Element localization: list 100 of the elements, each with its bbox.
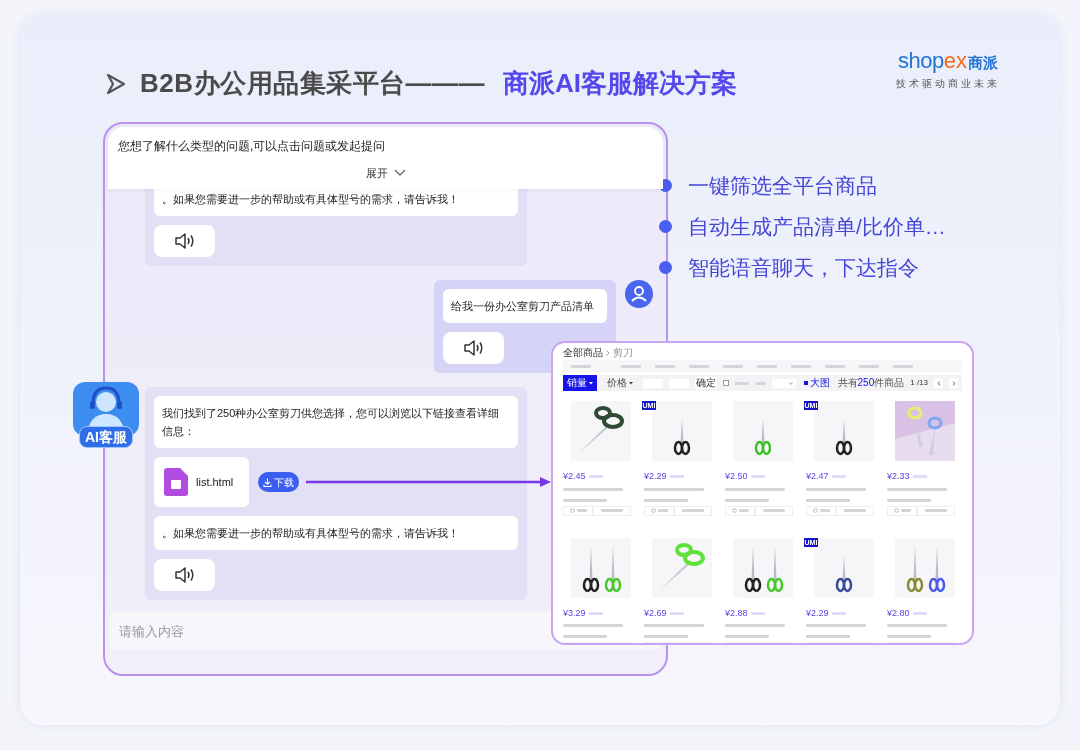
slide-title: B2B办公用品集采平台——— [140, 67, 485, 100]
sort-arrow-icon [589, 381, 593, 385]
file-card[interactable]: list.html [154, 457, 249, 507]
speaker-icon [173, 232, 196, 250]
avatar-label: AI客服 [79, 426, 133, 448]
expand-button[interactable]: 展开 [365, 165, 406, 182]
blurred-text-line [682, 509, 704, 512]
in-stock-checkbox[interactable] [723, 380, 729, 386]
blurred-text-line [750, 611, 765, 615]
blurred-text-line [763, 509, 785, 512]
breadcrumb-link[interactable]: 剪刀 [613, 347, 633, 358]
blurred-text-line [900, 509, 911, 512]
blurred-text-line [563, 624, 623, 627]
breadcrumb-link[interactable]: 全部商品 [563, 347, 603, 358]
product-price: ¥2.88 [725, 606, 748, 620]
chevron-right-icon [951, 380, 956, 386]
feature-text: 自动生成产品清单/比价单… [688, 213, 946, 240]
sort-tab[interactable]: 销量 [563, 375, 597, 391]
feature-text: 智能语音聊天，下达指令 [688, 254, 919, 281]
blurred-text-line [725, 624, 785, 627]
chevron-down-icon [788, 381, 793, 385]
product-price: ¥2.47 [806, 470, 829, 483]
play-audio-button[interactable] [443, 332, 504, 364]
blurred-text-line [725, 498, 769, 502]
blurred-text-line [806, 498, 850, 502]
blurred-text-line [657, 509, 668, 512]
blurred-text-line [912, 611, 927, 615]
product-price: ¥2.80 [887, 606, 910, 620]
blurred-text-line [576, 509, 587, 512]
result-count: 共有250件商品 [837, 378, 905, 388]
location-dropdown[interactable] [771, 378, 796, 388]
blurred-text-line [725, 635, 769, 638]
blurred-text-line [887, 487, 947, 491]
blurred-text-line [563, 487, 623, 491]
blurred-text-line [644, 624, 704, 627]
blurred-text-line [831, 475, 846, 479]
blurred-text-line [738, 509, 749, 512]
grid-view-icon [803, 381, 808, 385]
blurred-text-line [893, 364, 913, 368]
speaker-icon [173, 566, 196, 584]
chevron-right-icon [606, 349, 610, 356]
download-icon [263, 477, 272, 487]
download-button[interactable]: 下载 [258, 472, 299, 492]
blurred-text-line [806, 624, 866, 627]
page-indicator: 1 /13 [910, 379, 928, 387]
shopex-logo: shopex商派 [898, 50, 998, 72]
blurred-text-line [819, 509, 830, 512]
blurred-text-line [689, 364, 709, 368]
sort-tab[interactable]: 价格 [603, 375, 637, 391]
blurred-text-line [655, 364, 675, 368]
chevron-left-icon [936, 380, 941, 386]
file-name: list.html [196, 474, 234, 490]
user-avatar-icon [625, 280, 653, 308]
blurred-text-line [887, 498, 931, 502]
play-audio-button[interactable] [154, 559, 215, 591]
product-price: ¥2.50 [725, 470, 748, 483]
blurred-text-line [588, 611, 603, 615]
header-prompt: 您想了解什么类型的问题,可以点击问题或发起提问 [118, 138, 386, 155]
blurred-text-line [925, 509, 947, 512]
blurred-text-line [571, 364, 591, 368]
confirm-button[interactable]: 确定 [695, 377, 717, 389]
speaker-icon [462, 339, 485, 357]
blurred-text-line [669, 611, 684, 615]
blurred-text-line [750, 475, 765, 479]
blurred-text-line [757, 364, 777, 368]
message-text: 。如果您需要进一步的帮助或有具体型号的需求，请告诉我！ [154, 516, 518, 550]
feature-text: 一键筛选全平台商品 [688, 172, 877, 199]
circle-icon [569, 508, 575, 513]
message-text: 我们找到了250种办公室剪刀供您选择，您可以浏览以下链接查看详细信息： [154, 396, 518, 448]
play-audio-button[interactable] [154, 225, 215, 257]
blurred-text-line [644, 487, 704, 491]
circle-icon [731, 508, 737, 513]
view-toggle[interactable]: 大图 [803, 378, 830, 388]
previous-page-button[interactable] [934, 378, 943, 388]
file-icon [164, 468, 188, 496]
blurred-text-line [601, 509, 623, 512]
blurred-text-line [644, 635, 688, 638]
blurred-text-line [806, 487, 866, 491]
blurred-text-line [644, 498, 688, 502]
blurred-text-line [912, 475, 927, 479]
blurred-text-line [887, 624, 947, 627]
circle-icon [812, 508, 818, 513]
blurred-text-line [723, 364, 743, 368]
blurred-text-line [725, 487, 785, 491]
blurred-text-line [563, 635, 607, 638]
blurred-text-line [859, 364, 879, 368]
next-page-button[interactable] [949, 378, 958, 388]
circle-icon [650, 508, 656, 513]
blurred-text-line [831, 611, 846, 615]
blurred-text-line [806, 635, 850, 638]
blurred-text-line [563, 498, 607, 502]
product-price: ¥2.45 [563, 470, 586, 483]
product-price: ¥2.33 [887, 470, 910, 483]
blurred-text-line [588, 475, 603, 479]
blurred-text-line [825, 364, 845, 368]
product-price: ¥2.29 [644, 470, 667, 483]
blurred-text-line [844, 509, 866, 512]
product-price: ¥2.29 [806, 606, 829, 620]
chevron-down-icon [393, 169, 406, 178]
sort-arrow-icon [629, 381, 633, 385]
